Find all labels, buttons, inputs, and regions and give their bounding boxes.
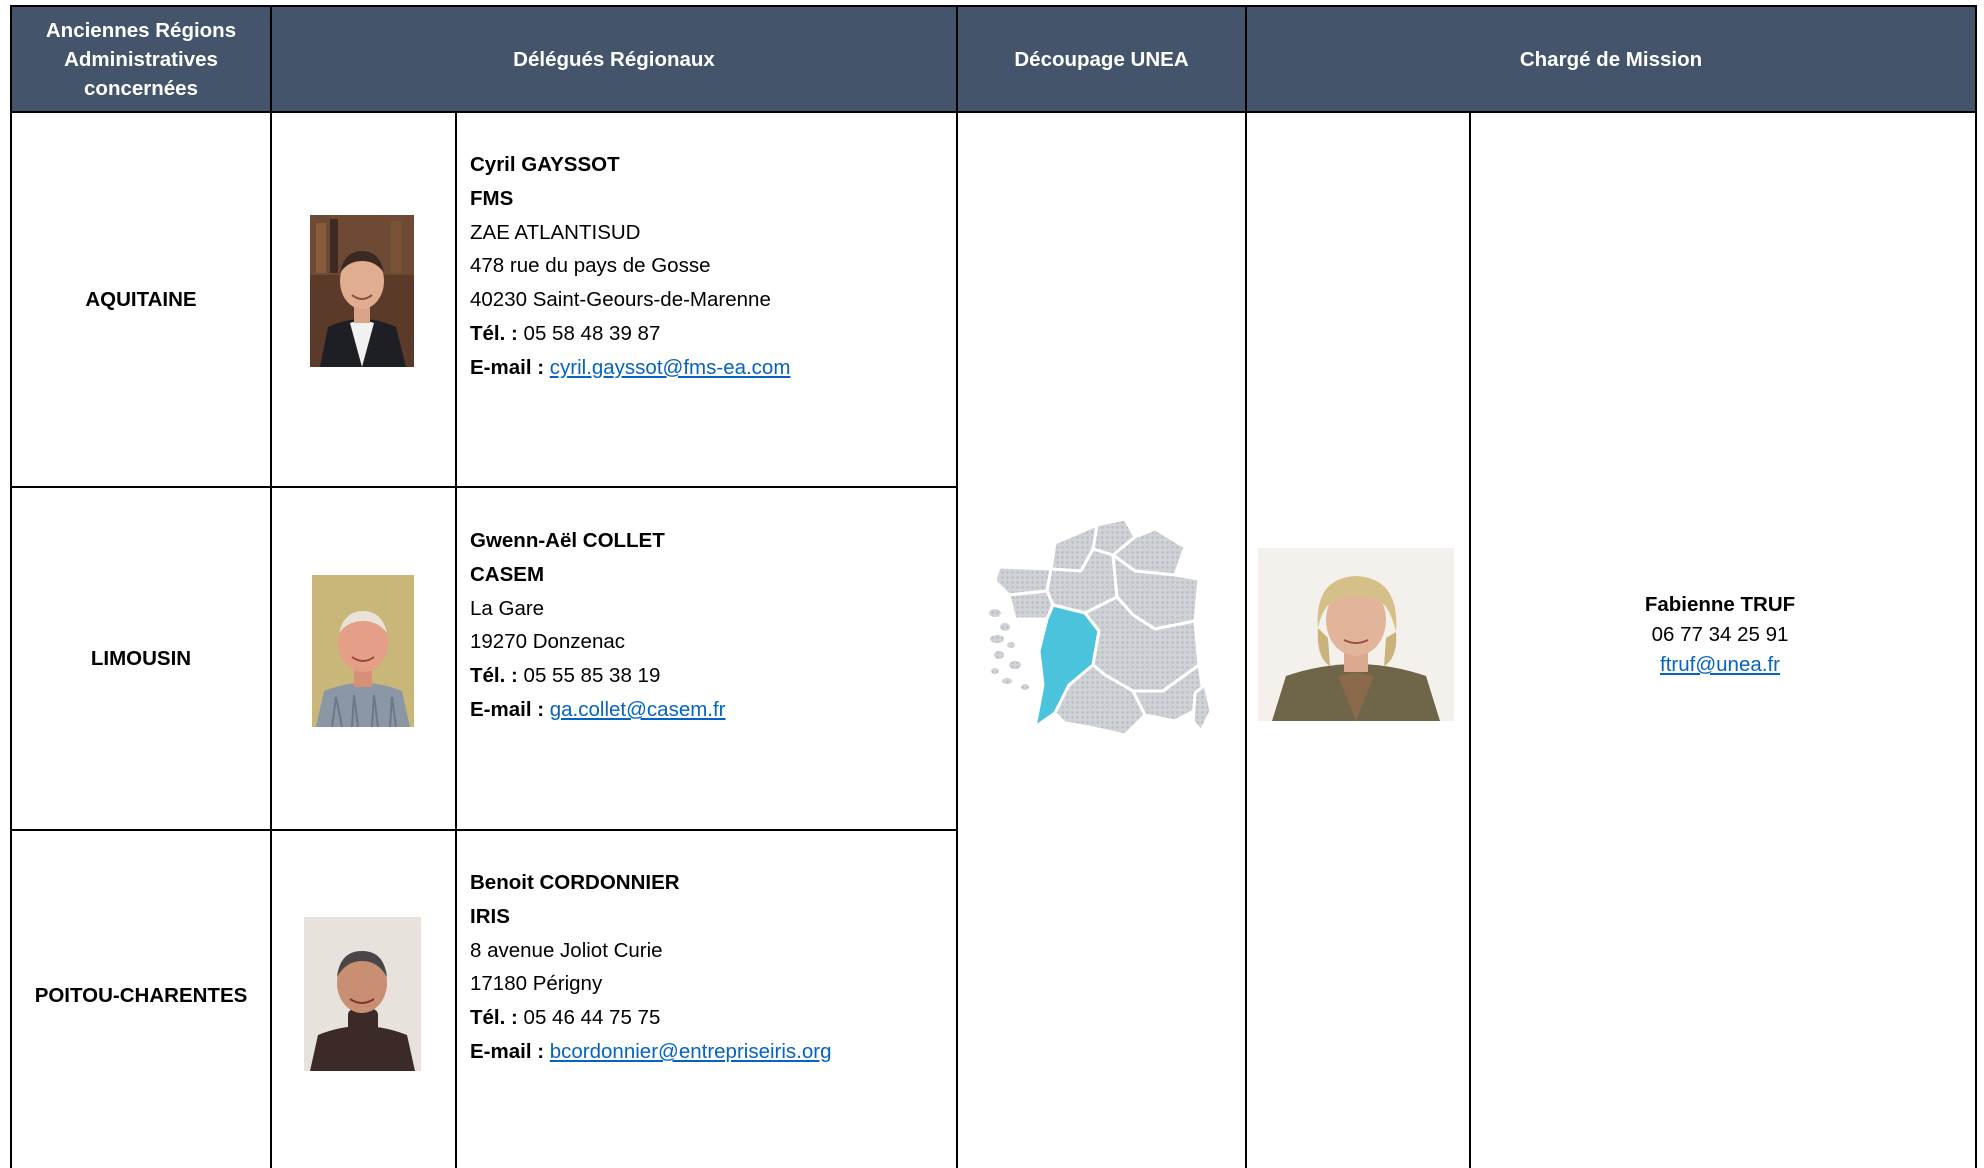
delegate-address-line: ZAE ATLANTISUD	[470, 220, 641, 244]
col-divider-1	[270, 5, 272, 1168]
table-right-border	[1975, 5, 1977, 1168]
phone-number: 05 46 44 75 75	[523, 1006, 661, 1030]
delegate-name: Cyril GAYSSOT	[470, 153, 620, 176]
region-label: AQUITAINE	[85, 287, 197, 311]
header-bottom-border	[10, 111, 1977, 113]
header-regions: Anciennes Régions Administratives concer…	[12, 7, 270, 111]
col-divider-photo	[455, 111, 457, 1168]
delegate-org: CASEM	[470, 562, 545, 586]
email-label: E-mail :	[470, 1039, 545, 1063]
mission-officer-contact: Fabienne TRUF 06 77 34 25 91 ftruf@unea.…	[1470, 590, 1970, 680]
col-divider-2	[956, 5, 958, 1168]
delegate-address-line: 19270 Donzenac	[470, 630, 626, 654]
delegate-org: FMS	[470, 186, 514, 210]
delegate-contact: Cyril GAYSSOT FMS ZAE ATLANTISUD 478 rue…	[470, 148, 790, 385]
header-charge-mission: Chargé de Mission	[1247, 7, 1975, 111]
email-link[interactable]: ga.collet@casem.fr	[550, 698, 726, 721]
phone-label: Tél. :	[470, 664, 518, 688]
header-decoupage: Découpage UNEA	[958, 7, 1245, 111]
email-link[interactable]: bcordonnier@entrepriseiris.org	[550, 1040, 832, 1063]
delegate-address-line: 478 rue du pays de Gosse	[470, 254, 711, 278]
header-delegues: Délégués Régionaux	[272, 7, 956, 111]
delegates-table: Anciennes Régions Administratives concer…	[0, 0, 1984, 1168]
delegate-phone: Tél. : 05 55 85 38 19	[470, 659, 726, 693]
mission-officer-phone: 06 77 34 25 91	[1651, 623, 1789, 646]
mission-officer-email-link[interactable]: ftruf@unea.fr	[1660, 653, 1780, 676]
delegate-address-line: 17180 Périgny	[470, 972, 603, 996]
delegate-address-line: 8 avenue Joliot Curie	[470, 938, 663, 962]
delegate-email: E-mail : cyril.gayssot@fms-ea.com	[470, 351, 790, 385]
email-label: E-mail :	[470, 355, 545, 379]
col-divider-3	[1245, 5, 1247, 1168]
delegate-org: IRIS	[470, 904, 510, 928]
unea-region-map	[985, 515, 1215, 755]
delegate-phone: Tél. : 05 46 44 75 75	[470, 1001, 832, 1035]
delegate-name: Gwenn-Aël COLLET	[470, 529, 665, 552]
delegate-photo	[312, 575, 414, 727]
region-label: POITOU-CHARENTES	[34, 984, 248, 1007]
delegate-contact: Gwenn-Aël COLLET CASEM La Gare 19270 Don…	[470, 524, 726, 727]
email-link[interactable]: cyril.gayssot@fms-ea.com	[550, 356, 791, 379]
delegate-photo	[310, 215, 414, 367]
mission-officer-name: Fabienne TRUF	[1644, 593, 1796, 616]
mission-officer-photo	[1258, 548, 1454, 721]
delegate-address-line: 40230 Saint-Geours-de-Marenne	[470, 288, 771, 312]
phone-label: Tél. :	[470, 321, 518, 345]
phone-label: Tél. :	[470, 1006, 518, 1030]
region-label: LIMOUSIN	[90, 646, 192, 670]
delegate-address-line: La Gare	[470, 596, 545, 620]
delegate-photo	[304, 917, 421, 1071]
table-top-border	[10, 5, 1977, 7]
delegate-email: E-mail : ga.collet@casem.fr	[470, 693, 726, 727]
phone-number: 05 55 85 38 19	[523, 664, 661, 688]
delegate-phone: Tél. : 05 58 48 39 87	[470, 317, 790, 351]
delegate-contact: Benoit CORDONNIER IRIS 8 avenue Joliot C…	[470, 866, 832, 1069]
phone-number: 05 58 48 39 87	[523, 321, 661, 345]
delegate-name: Benoit CORDONNIER	[470, 871, 680, 894]
email-label: E-mail :	[470, 697, 545, 721]
delegate-email: E-mail : bcordonnier@entrepriseiris.org	[470, 1035, 832, 1069]
